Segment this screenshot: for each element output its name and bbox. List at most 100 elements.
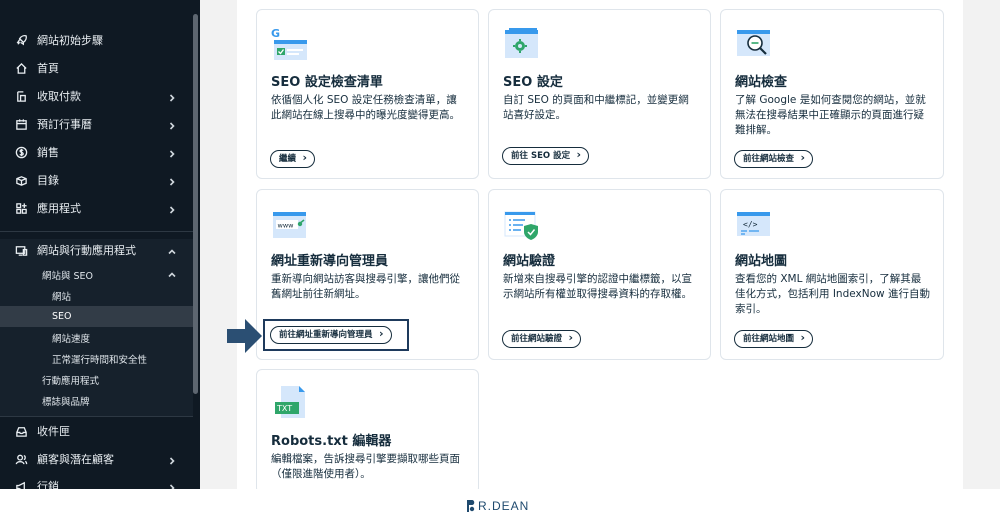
sidebar-subitem-label: SEO (52, 311, 72, 322)
txt-file-icon: TXT (271, 384, 311, 420)
card-site-verification: 網站驗證 新增來自搜尋引擎的認證中繼標籤，以宣示網站所有權並取得搜尋資料的存取權… (488, 189, 711, 360)
go-to-sitemap-button[interactable]: 前往網站地圖 (734, 330, 814, 348)
sidebar-subitem-mobile-app[interactable]: 行動應用程式 (0, 369, 193, 390)
svg-text:www: www (278, 222, 295, 230)
contacts-icon (14, 452, 28, 466)
sidebar-item-booking[interactable]: 預訂行事曆 (0, 113, 193, 135)
card-seo-checklist: G SEO 設定檢查清單 依循個人化 SEO 設定任務檢查清單，讓此網站在線上搜… (256, 9, 479, 179)
chevron-up-icon (168, 271, 176, 279)
devices-icon (14, 243, 28, 257)
button-highlight-frame (263, 319, 409, 351)
sidebar-item-apps[interactable]: 應用程式 (0, 197, 193, 219)
txt-file-label: TXT (277, 404, 293, 413)
sidebar-item-marketing[interactable]: 行銷 (0, 475, 193, 489)
www-redirect-icon: www (271, 206, 311, 242)
card-title: Robots.txt 編輯器 (271, 434, 392, 449)
card-title: 網站檢查 (735, 75, 788, 90)
sidebar-subsection-site-seo[interactable]: 網站與 SEO (0, 264, 193, 285)
sidebar-subitem-label: 行動應用程式 (42, 375, 100, 387)
sidebar-divider (0, 416, 193, 417)
svg-text:G: G (271, 27, 280, 40)
chevron-right-icon (168, 455, 176, 465)
brand-mark-icon (467, 500, 475, 512)
chevron-right-icon (168, 204, 176, 214)
sidebar-item-getting-started[interactable]: 網站初始步驟 (0, 29, 193, 51)
card-title: 網址重新導向管理員 (271, 254, 389, 269)
sidebar-subitem-site-speed[interactable]: 網站速度 (0, 327, 193, 348)
sidebar-item-inbox[interactable]: 收件匣 (0, 420, 193, 442)
megaphone-icon (14, 479, 28, 489)
svg-text:</>: </> (743, 220, 758, 229)
sidebar-item-label: 收件匣 (37, 425, 70, 438)
brand-logo: R.DEAN (466, 498, 529, 514)
card-description: 自訂 SEO 的頁面和中繼標記，並變更網站喜好設定。 (503, 94, 689, 121)
sidebar-subitem-label: 正常運行時間和安全性 (52, 354, 148, 366)
sidebar-subitem-uptime-security[interactable]: 正常運行時間和安全性 (0, 348, 193, 369)
home-icon (14, 61, 28, 75)
sidebar-item-label: 顧客與潛在顧客 (37, 453, 114, 466)
catalog-icon (14, 173, 28, 187)
pointer-arrow-icon (227, 319, 263, 353)
card-sitemap: </> 網站地圖 查看您的 XML 網站地圖索引，了解其最佳化方式，包括利用 I… (720, 189, 944, 360)
brand-text: R.DEAN (478, 499, 530, 513)
sidebar-subitem-logo-brand[interactable]: 標誌與品牌 (0, 390, 193, 411)
google-checklist-icon: G (271, 26, 311, 62)
magnifier-icon (735, 26, 775, 62)
go-to-seo-settings-button[interactable]: 前往 SEO 設定 (502, 147, 590, 165)
sidebar-item-site-and-mobile[interactable]: 網站與行動應用程式 (0, 239, 193, 261)
chevron-up-icon (168, 246, 176, 255)
chevron-right-icon (168, 120, 176, 130)
card-site-inspection: 網站檢查 了解 Google 是如何查閱您的網站，並就無法在搜尋結果中正確顯示的… (720, 9, 944, 179)
sidebar-item-label: 首頁 (37, 62, 59, 75)
chevron-right-icon (168, 176, 176, 186)
chevron-right-icon (168, 92, 176, 102)
card-robots-txt-editor: TXT Robots.txt 編輯器 編輯檔案，告訴搜尋引擎要擷取哪些頁面（僅限… (256, 369, 479, 494)
sidebar-item-label: 銷售 (37, 146, 59, 159)
sidebar-item-label: 收取付款 (37, 90, 81, 103)
settings-gear-icon (503, 26, 543, 62)
sidebar-item-label: 行銷 (37, 480, 59, 489)
card-description: 新增來自搜尋引擎的認證中繼標籤，以宣示網站所有權並取得搜尋資料的存取權。 (503, 273, 692, 300)
sidebar-item-label: 網站初始步驟 (37, 34, 103, 47)
sidebar-item-label: 目錄 (37, 174, 59, 187)
card-description: 重新導向網站訪客與搜尋引擎，讓他們從舊網址前往新網址。 (271, 273, 460, 300)
sidebar-divider (0, 231, 193, 232)
sidebar-item-catalog[interactable]: 目錄 (0, 169, 193, 191)
chevron-right-icon (168, 482, 176, 489)
sidebar-item-home[interactable]: 首頁 (0, 57, 193, 79)
sidebar-item-label: 網站與行動應用程式 (37, 244, 136, 257)
inbox-icon (14, 424, 28, 438)
sidebar-scrollbar[interactable] (193, 14, 198, 394)
sidebar-item-contacts[interactable]: 顧客與潛在顧客 (0, 448, 193, 470)
sidebar-subsection-label: 網站與 SEO (42, 270, 94, 282)
sidebar-subitem-site[interactable]: 網站 (0, 285, 193, 306)
card-title: 網站地圖 (735, 254, 788, 269)
chevron-right-icon (168, 148, 176, 158)
go-to-site-verification-button[interactable]: 前往網站驗證 (502, 330, 582, 348)
card-title: 網站驗證 (503, 254, 556, 269)
card-description: 了解 Google 是如何查閱您的網站，並就無法在搜尋結果中正確顯示的頁面進行疑… (735, 94, 926, 136)
card-description: 查看您的 XML 網站地圖索引，了解其最佳化方式，包括利用 IndexNow 進… (735, 273, 930, 315)
sidebar-item-label: 應用程式 (37, 202, 81, 215)
continue-button[interactable]: 繼續 (270, 150, 316, 168)
card-description: 編輯檔案，告訴搜尋引擎要擷取哪些頁面（僅限進階使用者）。 (271, 453, 460, 480)
sidebar-subitem-label: 網站速度 (52, 333, 91, 345)
sidebar-item-label: 預訂行事曆 (37, 118, 92, 131)
card-title: SEO 設定檢查清單 (271, 75, 383, 90)
sidebar-item-payments[interactable]: 收取付款 (0, 85, 193, 107)
sidebar-subitem-label: 標誌與品牌 (42, 396, 90, 408)
rocket-icon (14, 33, 28, 47)
apps-icon (14, 201, 28, 215)
sidebar-subitem-seo[interactable]: SEO (0, 306, 193, 327)
code-sitemap-icon: </> (735, 206, 775, 242)
sidebar-item-sales[interactable]: 銷售 (0, 141, 193, 163)
card-seo-settings: SEO 設定 自訂 SEO 的頁面和中繼標記，並變更網站喜好設定。 前往 SEO… (488, 9, 711, 179)
payment-icon (14, 89, 28, 103)
sidebar-subitem-label: 網站 (52, 291, 72, 303)
shield-verify-icon (503, 206, 543, 242)
card-description: 依循個人化 SEO 設定任務檢查清單，讓此網站在線上搜尋中的曝光度變得更高。 (271, 94, 460, 121)
card-title: SEO 設定 (503, 75, 563, 90)
dollar-icon (14, 145, 28, 159)
calendar-icon (14, 117, 28, 131)
go-to-site-inspection-button[interactable]: 前往網站檢查 (734, 150, 814, 168)
